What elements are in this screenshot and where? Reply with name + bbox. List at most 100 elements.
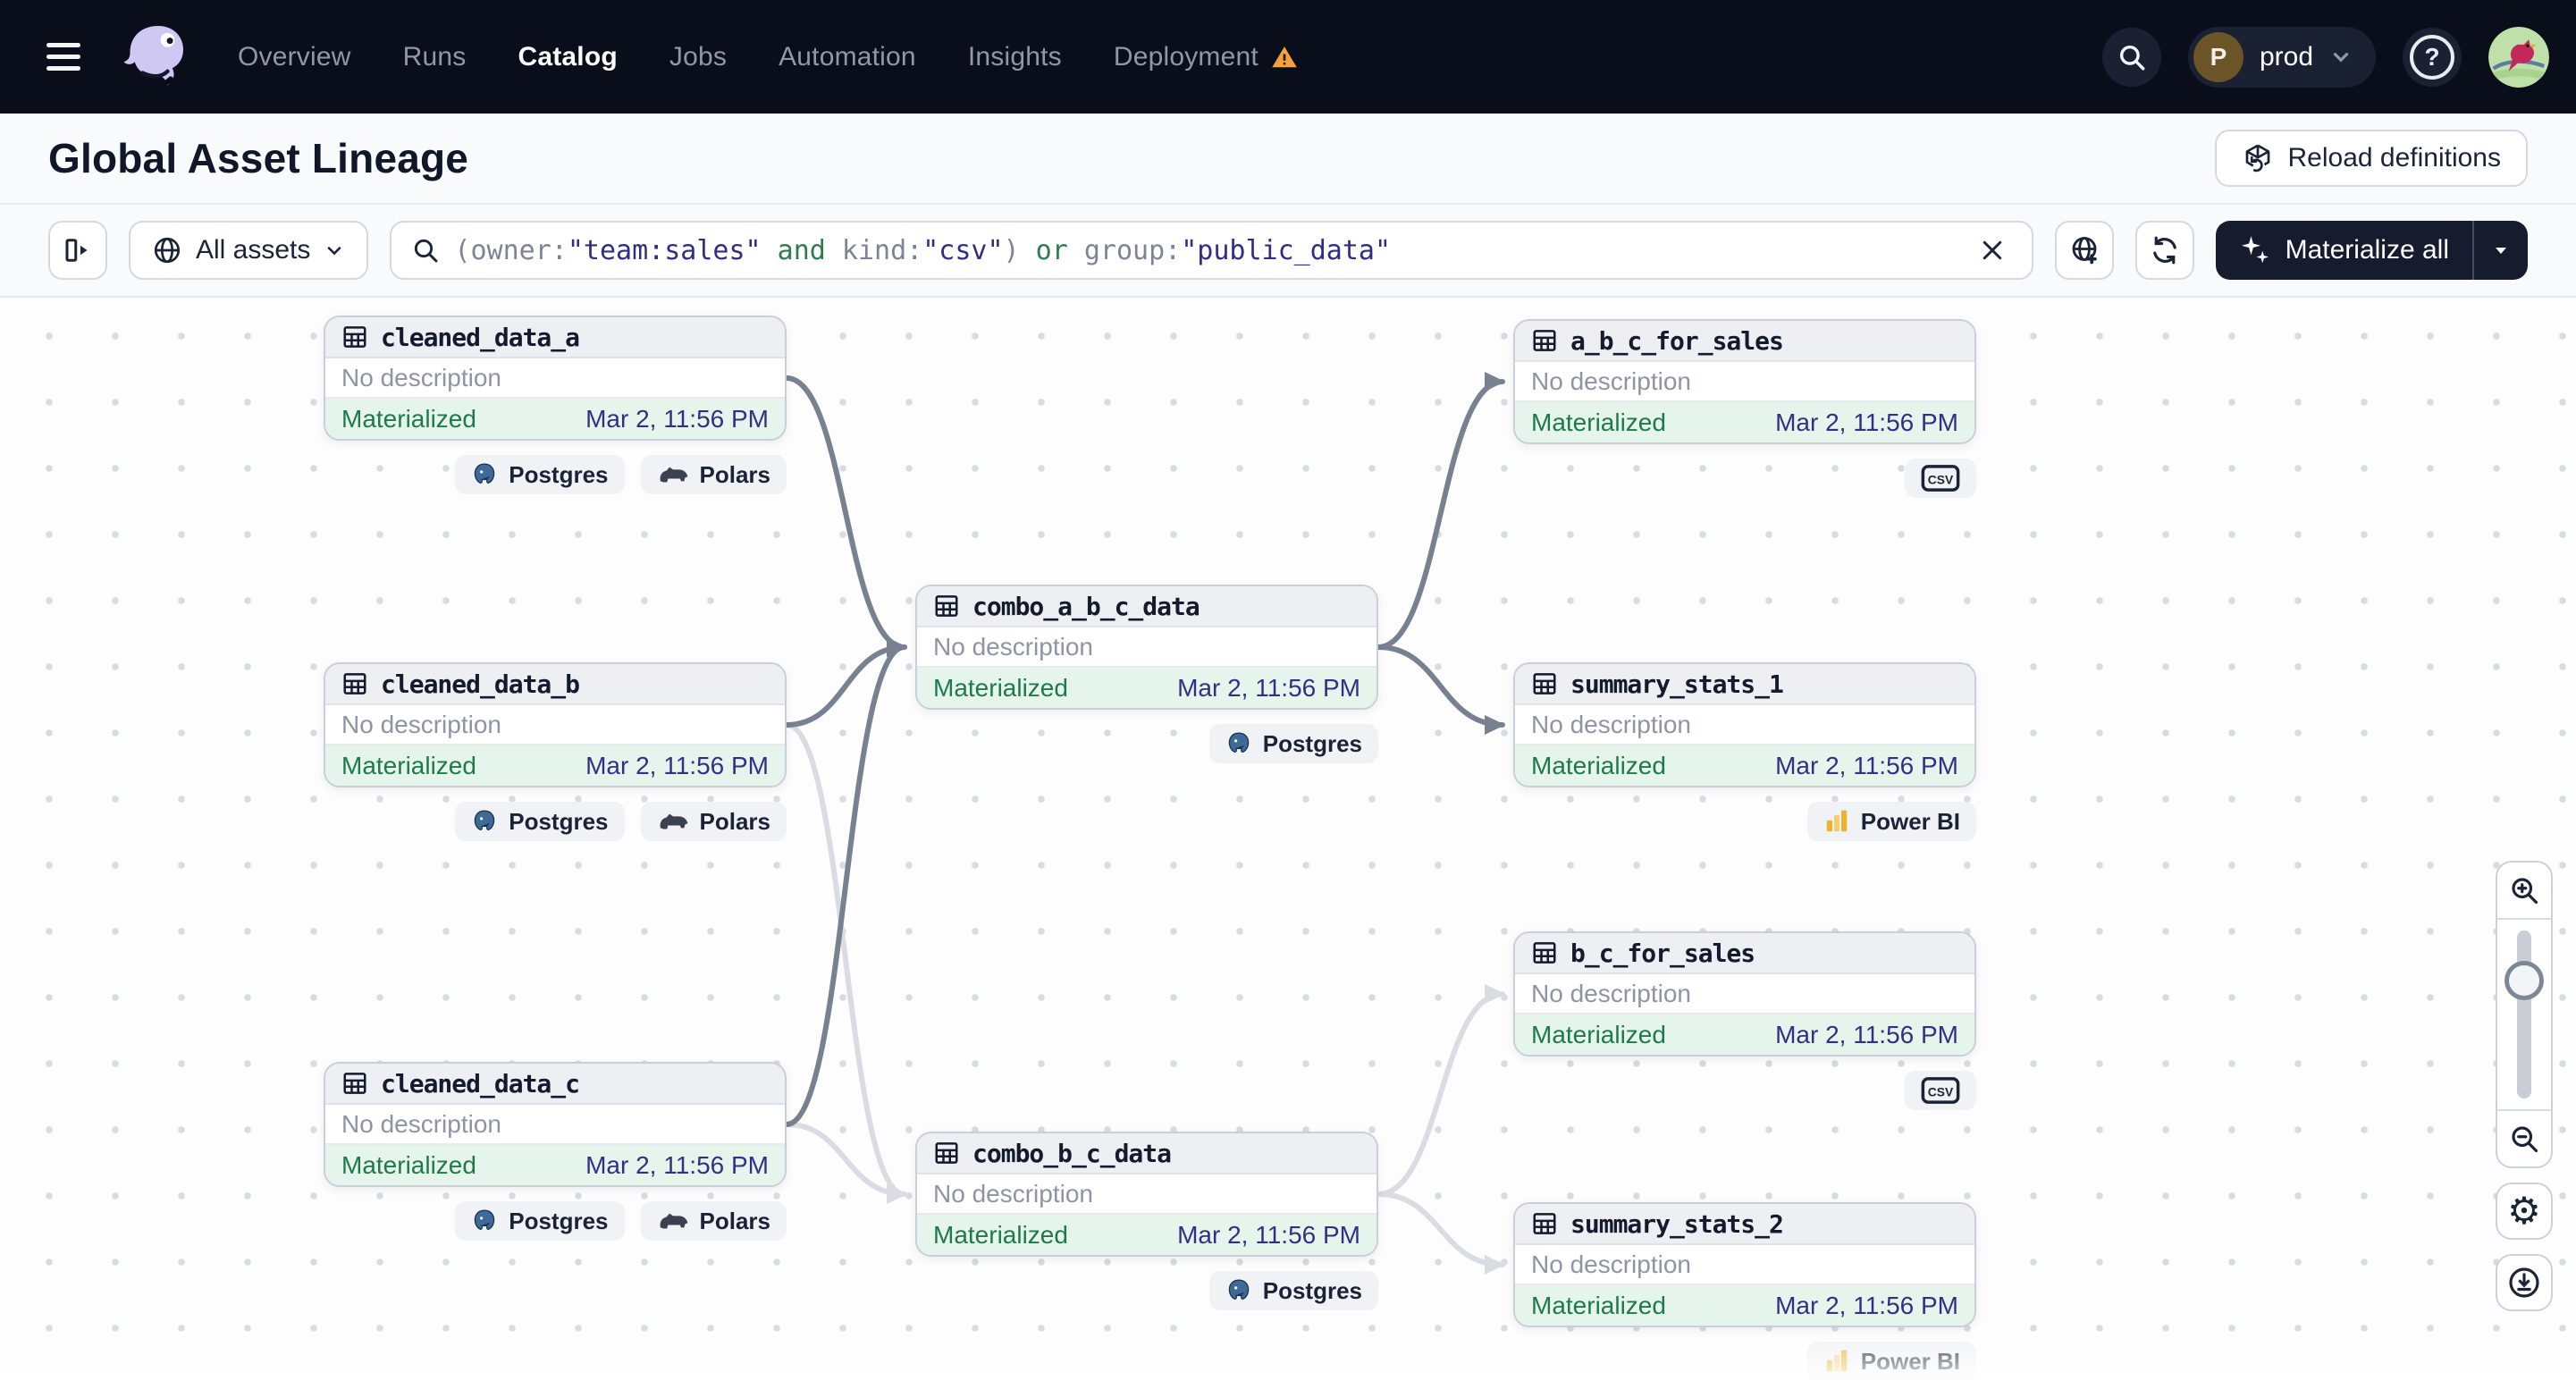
lineage-edge-cleaned_data_a-to-combo_a_b_c_data [784, 375, 907, 657]
toggle-sidebar-button[interactable] [48, 221, 107, 280]
clear-search-button[interactable] [1973, 231, 2012, 270]
asset-node-combo_b_c_data[interactable]: combo_b_c_data No description Materialized… [915, 1132, 1378, 1257]
asset-status-row: Materialized Mar 2, 11:56 PM [325, 1145, 785, 1185]
table-icon [341, 324, 368, 350]
asset-kind-tags: Postgres Polars [324, 1201, 787, 1241]
query-segment: "csv" [922, 234, 1004, 266]
materialize-options-button[interactable] [2474, 221, 2528, 280]
asset-description: No description [325, 358, 785, 399]
kind-tag-postgres: Postgres [1208, 1271, 1378, 1310]
global-search-button[interactable] [2101, 27, 2161, 87]
lineage-edge-cleaned_data_c-to-combo_b_c_data [784, 1122, 907, 1204]
nav-links: Overview Runs Catalog Jobs Automation Insight… [238, 42, 1298, 72]
asset-description: No description [1515, 974, 1974, 1014]
kind-tag-polars: Polars [640, 455, 787, 494]
materialized-timestamp: Mar 2, 11:56 PM [1775, 751, 1958, 779]
asset-name: cleaned_data_c [381, 1068, 580, 1099]
user-avatar[interactable] [2488, 26, 2549, 88]
asset-node-header: cleaned_data_c [325, 1064, 785, 1105]
asset-description: No description [1515, 362, 1974, 402]
lineage-edge-combo_b_c_data-to-summary_stats_2 [1376, 1191, 1505, 1275]
asset-node-header: summary_stats_2 [1515, 1204, 1974, 1245]
asset-search-input[interactable]: (owner:"team:sales" and kind:"csv") or g… [390, 221, 2033, 280]
caret-down-icon [2490, 240, 2512, 261]
query-segment: "team:sales" [567, 234, 762, 266]
add-to-catalog-button[interactable] [2054, 221, 2114, 280]
nav-item-catalog[interactable]: Catalog [518, 42, 617, 72]
lineage-canvas[interactable]: cleaned_data_a No description Materialized… [0, 298, 2576, 1389]
asset-node-a_b_c_for_sales[interactable]: a_b_c_for_sales No description Materialize… [1513, 319, 1976, 444]
query-segment: ) [1003, 234, 1036, 266]
asset-node-header: summary_stats_1 [1515, 664, 1974, 705]
csv-icon: CSV [1921, 464, 1960, 492]
warning-icon [1271, 44, 1298, 71]
asset-scope-dropdown[interactable]: All assets [129, 221, 369, 280]
nav-item-jobs[interactable]: Jobs [669, 42, 727, 72]
asset-node-cleaned_data_c[interactable]: cleaned_data_c No description Materialized… [324, 1062, 787, 1187]
zoom-slider[interactable] [2497, 920, 2551, 1109]
asset-name: summary_stats_2 [1570, 1208, 1784, 1239]
asset-name: combo_b_c_data [972, 1138, 1172, 1168]
nav-item-label: Deployment [1113, 41, 1259, 72]
help-button[interactable]: ? [2403, 27, 2462, 87]
refresh-icon [2149, 234, 2181, 266]
nav-item-label: Overview [238, 41, 351, 72]
asset-node-cleaned_data_b[interactable]: cleaned_data_b No description Materialized… [324, 662, 787, 787]
asset-node-header: cleaned_data_a [325, 317, 785, 358]
materialize-all-main[interactable]: Materialize all [2216, 221, 2472, 280]
search-icon [2117, 42, 2147, 72]
table-icon [1531, 1210, 1558, 1237]
hamburger-menu-icon[interactable] [46, 29, 104, 86]
page-title: Global Asset Lineage [48, 135, 469, 181]
nav-item-label: Jobs [669, 41, 728, 72]
kind-tag-label: Power BI [1860, 807, 1960, 835]
workspace-switcher[interactable]: P prod [2187, 26, 2376, 88]
zoom-in-button[interactable] [2497, 863, 2551, 920]
asset-node-summary_stats_2[interactable]: summary_stats_2 No description Materialize… [1513, 1202, 1976, 1327]
materialized-timestamp: Mar 2, 11:56 PM [585, 404, 769, 433]
materialize-all-button[interactable]: Materialize all [2215, 221, 2528, 280]
asset-node-b_c_for_sales[interactable]: b_c_for_sales No description Materialized M… [1513, 931, 1976, 1056]
asset-node-cleaned_data_a[interactable]: cleaned_data_a No description Materialized… [324, 316, 787, 441]
search-query-text: (owner:"team:sales" and kind:"csv") or g… [454, 235, 1957, 266]
kind-tag-power-bi: Power BI [1806, 1342, 1976, 1381]
kind-tag-label: Postgres [1262, 729, 1362, 757]
nav-item-label: Runs [402, 41, 467, 72]
asset-kind-tags: CSV [1513, 1071, 1976, 1110]
workspace-avatar: P [2193, 31, 2243, 82]
nav-item-deployment[interactable]: Deployment [1114, 42, 1298, 72]
refresh-button[interactable] [2134, 221, 2194, 280]
nav-item-insights[interactable]: Insights [968, 42, 1062, 72]
dagster-logo[interactable] [120, 19, 197, 96]
asset-node-header: cleaned_data_b [325, 664, 785, 705]
globe-plus-icon [2068, 234, 2100, 266]
gear-icon: ⚙ [2507, 1190, 2541, 1232]
asset-kind-tags: Postgres [915, 724, 1378, 763]
asset-name: cleaned_data_a [381, 322, 580, 352]
query-segment: kind: [841, 234, 923, 266]
kind-tag-postgres: Postgres [455, 802, 625, 841]
zoom-out-button[interactable] [2497, 1109, 2551, 1166]
lineage-edge-cleaned_data_c-to-combo_a_b_c_data [784, 637, 907, 1127]
csv-icon: CSV [1921, 1076, 1960, 1105]
materialized-timestamp: Mar 2, 11:56 PM [585, 1150, 769, 1179]
asset-name: summary_stats_1 [1570, 669, 1784, 699]
download-image-button[interactable] [2496, 1254, 2553, 1311]
graph-settings-button[interactable]: ⚙ [2496, 1183, 2553, 1240]
asset-status-row: Materialized Mar 2, 11:56 PM [1515, 745, 1974, 786]
lineage-edge-combo_a_b_c_data-to-summary_stats_1 [1376, 644, 1505, 735]
asset-node-summary_stats_1[interactable]: summary_stats_1 No description Materialize… [1513, 662, 1976, 787]
asset-status-row: Materialized Mar 2, 11:56 PM [1515, 1285, 1974, 1326]
nav-item-runs[interactable]: Runs [403, 42, 467, 72]
zoom-slider-track[interactable] [2504, 930, 2544, 1099]
kind-tag-postgres: Postgres [1208, 724, 1378, 763]
page-header: Global Asset Lineage Reload definitions [0, 114, 2576, 205]
asset-name: b_c_for_sales [1570, 938, 1755, 968]
asset-node-combo_a_b_c_data[interactable]: combo_a_b_c_data No description Materializ… [915, 585, 1378, 710]
kind-tag-label: Power BI [1860, 1347, 1960, 1375]
nav-item-automation[interactable]: Automation [779, 42, 916, 72]
kind-tag-label: Postgres [509, 460, 609, 488]
zoom-slider-thumb[interactable] [2504, 961, 2544, 1000]
nav-item-overview[interactable]: Overview [238, 42, 351, 72]
reload-definitions-button[interactable]: Reload definitions [2214, 130, 2528, 187]
